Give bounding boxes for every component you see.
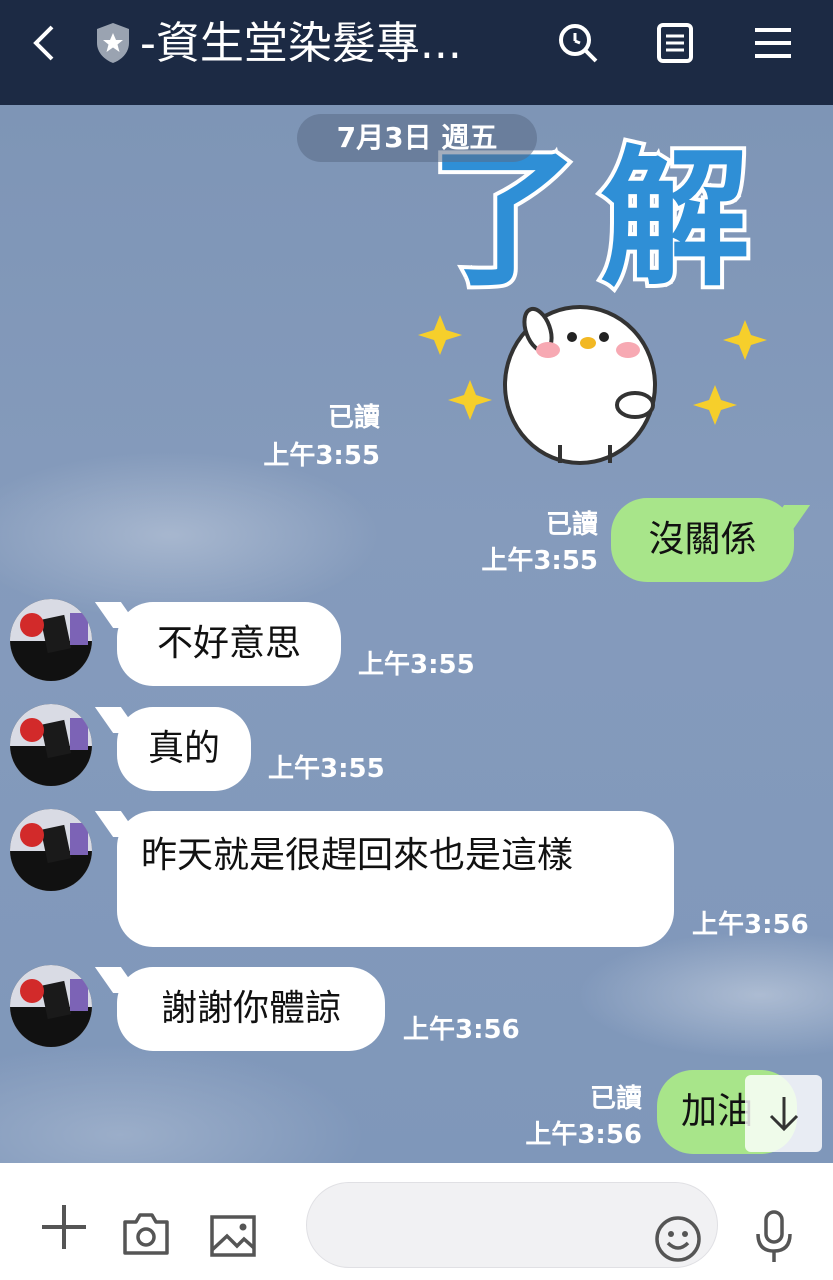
avatar[interactable] <box>10 965 92 1047</box>
input-bar <box>0 1163 833 1280</box>
message-bubble[interactable]: 昨天就是很趕回來也是這樣 <box>117 811 674 947</box>
image-icon[interactable] <box>208 1213 258 1259</box>
sticker-time: 上午3:55 <box>263 441 380 471</box>
sticker-message[interactable]: 了解 <box>410 131 790 475</box>
scroll-to-bottom-button[interactable] <box>745 1075 822 1152</box>
avatar[interactable] <box>10 599 92 681</box>
chat-area[interactable]: 了解 已讀 上午3:55 7月3日 週五 已讀 上午3:55 沒關係 不好意思 … <box>0 105 833 1163</box>
message-bubble[interactable]: 沒關係 <box>611 498 794 582</box>
sticker-read: 已讀 <box>327 403 380 433</box>
message-time: 上午3:56 <box>692 910 809 940</box>
emoji-icon[interactable] <box>652 1213 704 1265</box>
message-time: 上午3:55 <box>358 650 475 680</box>
chick-sticker-icon <box>418 305 767 465</box>
search-icon[interactable] <box>553 18 603 68</box>
message-bubble[interactable]: 真的 <box>117 707 251 791</box>
camera-icon[interactable] <box>120 1211 172 1257</box>
chat-header: -資生堂染髮專... <box>0 0 833 105</box>
microphone-icon[interactable] <box>752 1208 796 1266</box>
message-read: 已讀 <box>545 510 598 540</box>
chat-title[interactable]: -資生堂染髮專... <box>140 16 540 72</box>
message-time: 上午3:55 <box>268 754 385 784</box>
notes-icon[interactable] <box>650 18 700 68</box>
message-time: 上午3:56 <box>525 1120 642 1150</box>
message-bubble[interactable]: 謝謝你體諒 <box>117 967 385 1051</box>
avatar[interactable] <box>10 704 92 786</box>
plus-icon[interactable] <box>38 1201 90 1253</box>
avatar[interactable] <box>10 809 92 891</box>
message-time: 上午3:56 <box>403 1015 520 1045</box>
back-arrow-icon[interactable] <box>20 18 70 68</box>
date-separator: 7月3日 週五 <box>297 114 537 162</box>
message-read: 已讀 <box>589 1084 642 1114</box>
message-time: 上午3:55 <box>481 546 598 576</box>
shield-star-icon <box>88 18 138 68</box>
arrow-down-icon <box>769 1096 798 1131</box>
menu-icon[interactable] <box>748 18 798 68</box>
message-bubble[interactable]: 不好意思 <box>117 602 341 686</box>
